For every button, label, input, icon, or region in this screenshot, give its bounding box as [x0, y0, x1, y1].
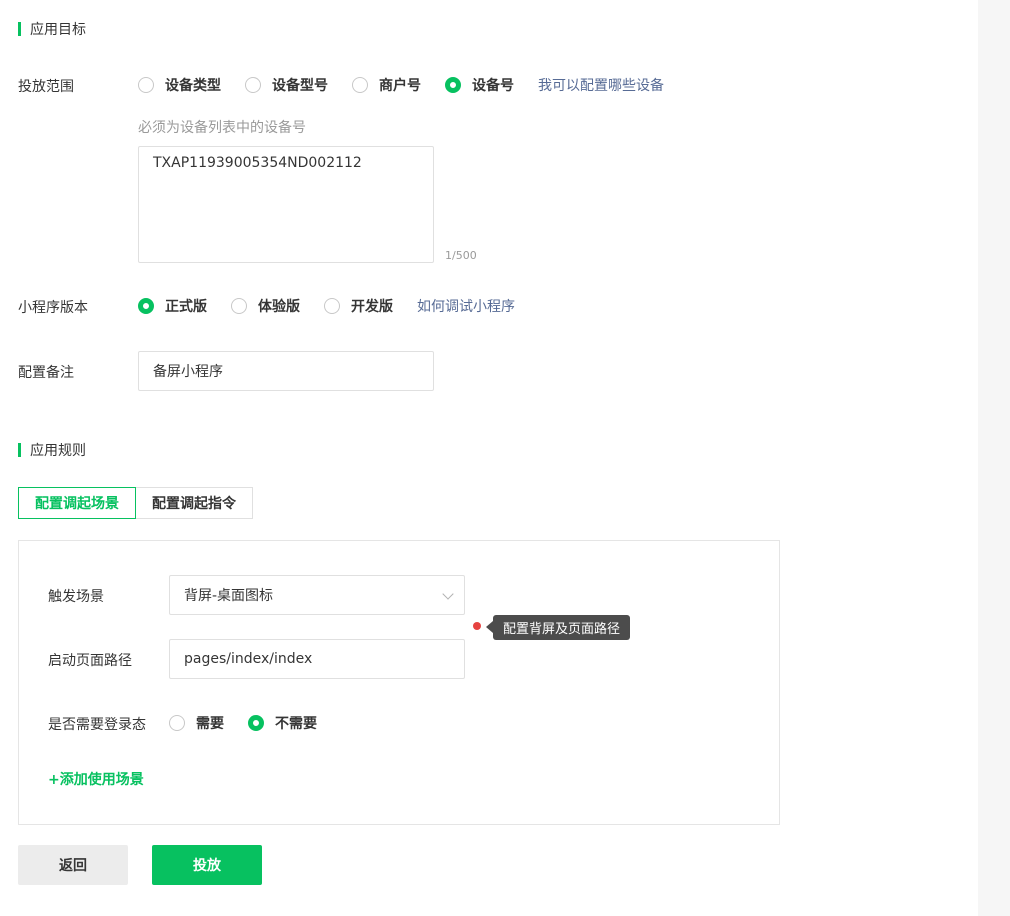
radio-circle [245, 77, 261, 93]
radio-label: 商户号 [379, 78, 421, 94]
scope-help-link[interactable]: 我可以配置哪些设备 [538, 75, 664, 95]
section-title-target: 应用目标 [18, 20, 86, 38]
login-radio-not-required[interactable]: 不需要 [248, 713, 317, 733]
login-label: 是否需要登录态 [48, 717, 146, 733]
section-accent-bar [18, 22, 21, 36]
scope-radio-device-id[interactable]: 设备号 [445, 75, 514, 95]
version-radio-group: 正式版 体验版 开发版 如何调试小程序 [138, 296, 515, 316]
path-input[interactable]: pages/index/index [169, 639, 465, 679]
path-label: 启动页面路径 [48, 653, 132, 669]
radio-circle [324, 298, 340, 314]
chevron-down-icon [442, 588, 454, 600]
rule-tabs: 配置调起场景 配置调起指令 [18, 487, 253, 519]
tab-config-command[interactable]: 配置调起指令 [136, 487, 253, 519]
right-scroll-gutter [978, 0, 1010, 916]
radio-label: 需要 [196, 716, 224, 732]
scope-radio-group: 设备类型 设备型号 商户号 设备号 我可以配置哪些设备 [138, 75, 664, 95]
radio-label: 不需要 [275, 716, 317, 732]
login-radio-required[interactable]: 需要 [169, 713, 224, 733]
login-radio-group: 需要 不需要 [169, 713, 341, 733]
char-counter: 1/500 [445, 249, 477, 262]
remark-input[interactable]: 备屏小程序 [138, 351, 434, 391]
tab-config-scene[interactable]: 配置调起场景 [18, 487, 136, 519]
radio-label: 设备号 [472, 78, 514, 94]
trigger-select[interactable]: 背屏-桌面图标 [169, 575, 465, 615]
back-button[interactable]: 返回 [18, 845, 128, 885]
section-title-rules: 应用规则 [18, 441, 86, 459]
section-accent-bar [18, 443, 21, 457]
version-radio-develop[interactable]: 开发版 [324, 296, 393, 316]
tooltip-arrow [486, 621, 493, 633]
required-dot-icon [473, 622, 481, 630]
section-title-text: 应用规则 [30, 443, 86, 459]
device-hint: 必须为设备列表中的设备号 [138, 120, 306, 136]
scope-label: 投放范围 [18, 79, 74, 95]
trigger-select-value: 背屏-桌面图标 [184, 588, 274, 604]
radio-label: 正式版 [165, 299, 207, 315]
radio-circle [352, 77, 368, 93]
version-label: 小程序版本 [18, 300, 88, 316]
device-id-textarea[interactable]: TXAP11939005354ND002112 [138, 146, 434, 263]
section-title-text: 应用目标 [30, 22, 86, 38]
version-help-link[interactable]: 如何调试小程序 [417, 296, 515, 316]
radio-label: 设备型号 [272, 78, 328, 94]
radio-circle [231, 298, 247, 314]
version-radio-trial[interactable]: 体验版 [231, 296, 300, 316]
scope-radio-device-model[interactable]: 设备型号 [245, 75, 328, 95]
scope-radio-device-type[interactable]: 设备类型 [138, 75, 221, 95]
submit-button[interactable]: 投放 [152, 845, 262, 885]
radio-circle [169, 715, 185, 731]
tooltip: 配置背屏及页面路径 [493, 615, 631, 640]
radio-label: 开发版 [351, 299, 393, 315]
add-scene-link[interactable]: +添加使用场景 [48, 769, 144, 789]
remark-label: 配置备注 [18, 365, 74, 381]
radio-circle-checked [248, 715, 264, 731]
scope-radio-merchant-id[interactable]: 商户号 [352, 75, 421, 95]
trigger-label: 触发场景 [48, 589, 104, 605]
radio-label: 体验版 [258, 299, 300, 315]
radio-label: 设备类型 [165, 78, 221, 94]
radio-circle-checked [138, 298, 154, 314]
radio-circle [138, 77, 154, 93]
version-radio-release[interactable]: 正式版 [138, 296, 207, 316]
radio-circle-checked [445, 77, 461, 93]
